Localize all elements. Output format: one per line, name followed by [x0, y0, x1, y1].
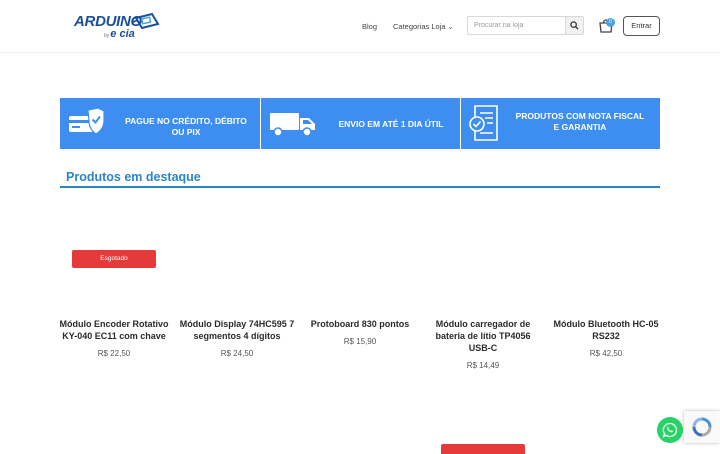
whatsapp-button[interactable]	[657, 417, 683, 443]
banner-text-line2: E GARANTIA	[553, 122, 607, 132]
store-logo[interactable]: ARDUINO bye cia	[74, 10, 164, 40]
banner-text-line1: ENVIO EM ATÉ 1 DIA ÚTIL	[338, 119, 444, 129]
product-card[interactable]: Módulo Encoder Rotativo KY-040 EC11 com …	[55, 318, 173, 358]
search-button[interactable]	[565, 17, 583, 34]
arduino-board-icon	[132, 12, 160, 30]
banner-text-line1: PRODUTOS COM NOTA FISCAL	[515, 111, 645, 121]
search-box	[467, 16, 584, 35]
site-header: ARDUINO bye cia Blog Categorias Loja⌄ 0 …	[0, 0, 720, 53]
recaptcha-icon	[692, 417, 712, 437]
card-check-icon	[69, 107, 105, 135]
banner-item-invoice: PRODUTOS COM NOTA FISCAL E GARANTIA	[461, 98, 660, 149]
product-price: R$ 22,50	[97, 349, 131, 358]
chevron-down-icon: ⌄	[447, 24, 454, 31]
recaptcha-badge[interactable]	[684, 411, 720, 443]
product-name[interactable]: Módulo carregador de bateria de lítio TP…	[424, 318, 542, 354]
product-price: R$ 15,90	[343, 337, 377, 346]
banner-text-line2: OU PIX	[171, 127, 201, 137]
section-divider	[60, 186, 660, 188]
truck-icon	[270, 113, 315, 137]
whatsapp-icon	[662, 422, 678, 438]
nav-blog-link[interactable]: Blog	[362, 22, 377, 31]
product-card[interactable]: Módulo carregador de bateria de lítio TP…	[424, 318, 542, 370]
product-card[interactable]: Protoboard 830 pontos R$ 15,90	[301, 318, 419, 346]
product-price: R$ 42,50	[589, 349, 623, 358]
product-card[interactable]: Módulo Bluetooth HC-05 RS232 R$ 42,50	[547, 318, 665, 358]
banner-item-shipping: ENVIO EM ATÉ 1 DIA ÚTIL	[261, 98, 460, 149]
sold-out-badge	[441, 444, 525, 454]
product-price: R$ 24,50	[220, 349, 254, 358]
search-icon	[570, 21, 579, 30]
product-name[interactable]: Módulo Encoder Rotativo KY-040 EC11 com …	[55, 318, 173, 342]
search-input[interactable]	[468, 17, 566, 34]
product-name[interactable]: Módulo Display 74HC595 7 segmentos 4 díg…	[178, 318, 296, 342]
product-card[interactable]: Módulo Display 74HC595 7 segmentos 4 díg…	[178, 318, 296, 358]
product-name[interactable]: Protoboard 830 pontos	[301, 318, 419, 330]
banner-item-payment: PAGUE NO CRÉDITO, DÉBITO OU PIX	[60, 98, 260, 149]
banner-text-line1: PAGUE NO CRÉDITO, DÉBITO	[125, 116, 247, 126]
benefits-banner: PAGUE NO CRÉDITO, DÉBITO OU PIX ENVIO EM…	[60, 98, 660, 149]
sold-out-badge: Esgotado	[72, 250, 156, 268]
cart-count-badge: 0	[606, 18, 615, 27]
invoice-icon	[469, 105, 498, 141]
section-title: Produtos em destaque	[66, 170, 201, 184]
login-button[interactable]: Entrar	[623, 16, 660, 36]
product-name[interactable]: Módulo Bluetooth HC-05 RS232	[547, 318, 665, 342]
nav-categories-menu[interactable]: Categorias Loja ⌄	[393, 22, 453, 31]
product-price: R$ 14,49	[466, 361, 500, 370]
